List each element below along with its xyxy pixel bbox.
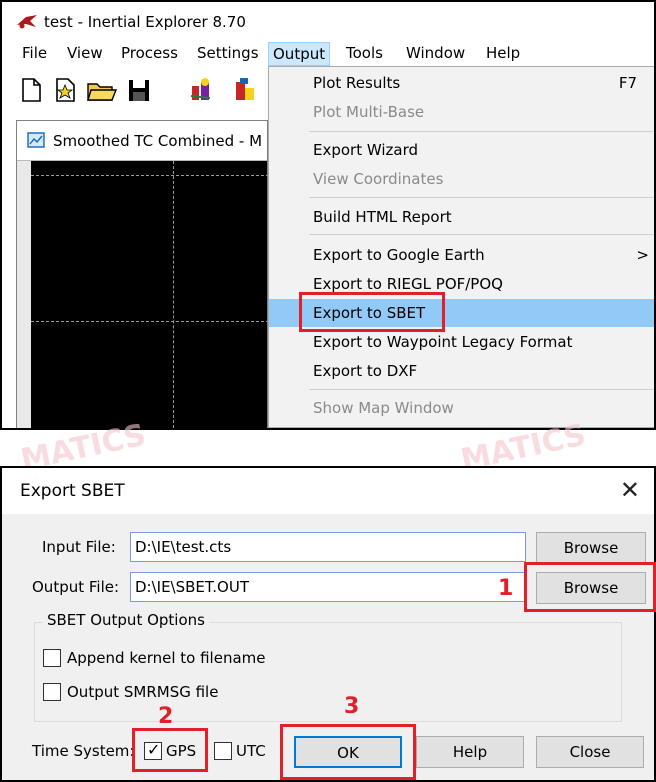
append-kernel-checkbox[interactable] — [43, 649, 61, 667]
process-alt-icon[interactable] — [232, 76, 258, 104]
menu-view[interactable]: View — [63, 42, 107, 66]
utc-checkbox[interactable] — [214, 742, 232, 760]
chart-window-icon — [27, 132, 45, 148]
append-kernel-label: Append kernel to filename — [67, 649, 266, 667]
menu-output[interactable]: Output — [268, 42, 331, 66]
menu-item-export-waypoint-legacy[interactable]: Export to Waypoint Legacy Format — [269, 328, 654, 356]
menu-item-plot-multi-base: Plot Multi-Base — [313, 103, 425, 121]
annotation-step-3: 3 — [344, 694, 360, 719]
child-window-titlebar: Smoothed TC Combined - M — [17, 121, 267, 161]
menu-help[interactable]: Help — [482, 42, 524, 66]
output-smrmsg-label: Output SMRMSG file — [67, 683, 219, 701]
options-group-label: SBET Output Options — [43, 611, 209, 629]
plot-gridline — [173, 161, 174, 428]
close-icon[interactable]: ✕ — [620, 476, 640, 504]
menu-item-show-map-window: Show Map Window — [313, 399, 454, 417]
close-button[interactable]: Close — [536, 736, 644, 768]
time-system-label: Time System: — [32, 742, 135, 760]
new-file-icon[interactable] — [18, 76, 44, 104]
menu-item-export-dxf[interactable]: Export to DXF — [269, 357, 654, 385]
output-menu-dropdown: Plot Results F7 Plot Multi-Base Export W… — [268, 66, 654, 428]
open-folder-icon[interactable] — [86, 76, 118, 104]
plot-gridline — [31, 175, 269, 176]
output-file-field[interactable]: D:\IE\SBET.OUT — [130, 572, 526, 602]
input-file-field[interactable]: D:\IE\test.cts — [130, 532, 526, 562]
smoothed-tc-combined-window: Smoothed TC Combined - M — [16, 120, 269, 428]
child-window-title: Smoothed TC Combined - M — [53, 132, 263, 150]
annotation-step-2: 2 — [158, 704, 174, 729]
menu-item-build-html-report[interactable]: Build HTML Report — [269, 203, 654, 231]
dialog-title: Export SBET — [20, 481, 125, 501]
menu-separator — [309, 131, 653, 132]
help-button[interactable]: Help — [416, 736, 524, 768]
process-icon[interactable] — [188, 76, 214, 104]
inertial-explorer-window: test - Inertial Explorer 8.70 File View … — [0, 0, 656, 430]
dialog-titlebar: Export SBET ✕ — [2, 468, 654, 514]
app-logo-icon — [17, 15, 37, 29]
input-browse-button[interactable]: Browse — [536, 532, 646, 564]
menu-settings[interactable]: Settings — [193, 42, 263, 66]
submenu-arrow-icon: > — [636, 246, 649, 264]
highlight-export-sbet — [299, 292, 445, 332]
highlight-gps — [132, 728, 208, 772]
highlight-browse — [524, 562, 656, 612]
menu-process[interactable]: Process — [117, 42, 182, 66]
highlight-ok — [280, 724, 416, 780]
menu-separator — [309, 197, 653, 198]
menu-separator — [309, 234, 653, 235]
utc-label: UTC — [236, 742, 266, 760]
menu-item-plot-results[interactable]: Plot Results F7 — [269, 69, 654, 97]
menu-window[interactable]: Window — [402, 42, 469, 66]
plot-gridline — [31, 321, 269, 322]
annotation-step-1: 1 — [498, 576, 514, 601]
app-titlebar: test - Inertial Explorer 8.70 — [2, 2, 654, 38]
menu-item-export-google-earth[interactable]: Export to Google Earth > — [269, 241, 654, 269]
menu-separator — [309, 389, 653, 390]
menu-file[interactable]: File — [18, 42, 51, 66]
sbet-output-options-group: SBET Output Options Append kernel to fil… — [34, 611, 622, 722]
menu-item-export-wizard[interactable]: Export Wizard — [269, 136, 654, 164]
output-file-label: Output File: — [32, 578, 120, 596]
shortcut-f7: F7 — [618, 74, 637, 92]
output-smrmsg-checkbox[interactable] — [43, 683, 61, 701]
menu-item-view-coordinates: View Coordinates — [313, 170, 444, 188]
plot-margin — [17, 161, 31, 428]
save-icon[interactable] — [126, 76, 152, 104]
input-file-label: Input File: — [42, 538, 116, 556]
menu-tools[interactable]: Tools — [342, 42, 387, 66]
new-project-icon[interactable] — [52, 76, 78, 104]
app-title: test - Inertial Explorer 8.70 — [44, 13, 246, 31]
toolbar — [2, 68, 272, 114]
export-sbet-dialog: Export SBET ✕ Input File: D:\IE\test.cts… — [0, 466, 656, 782]
menu-bar: File View Process Settings Output Tools … — [2, 40, 654, 66]
